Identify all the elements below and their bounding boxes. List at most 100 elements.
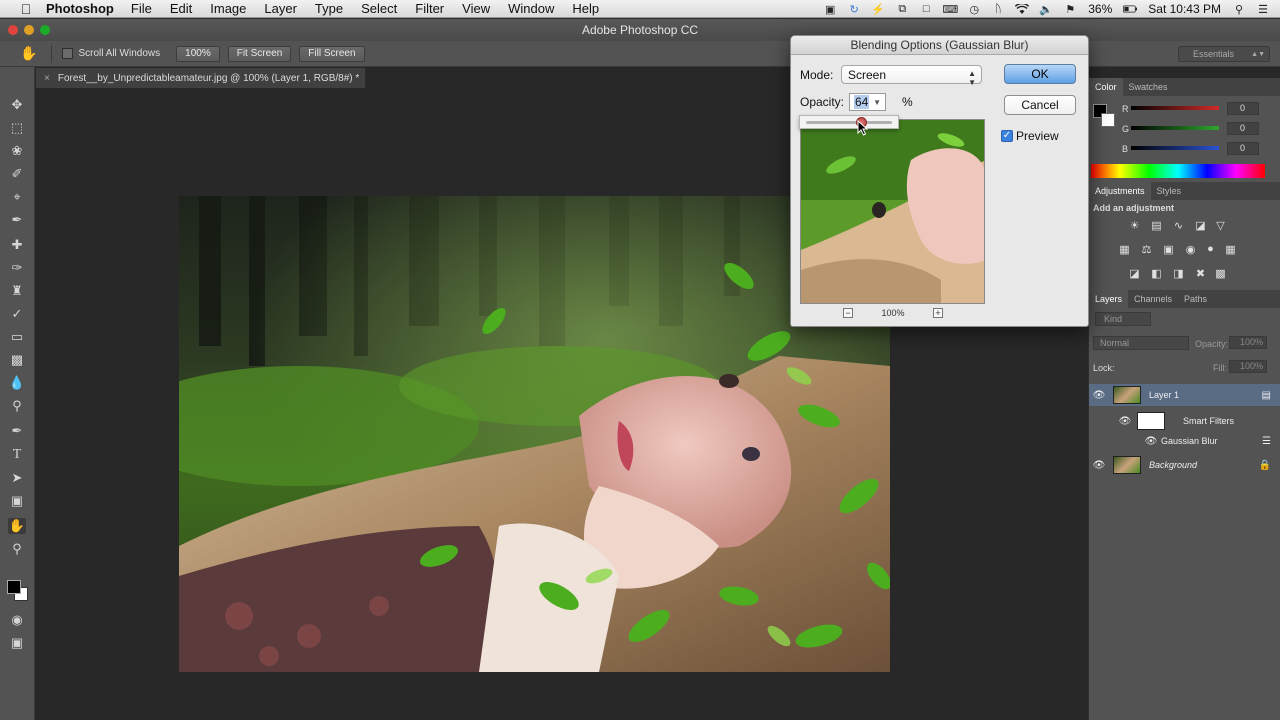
scroll-all-windows-checkbox[interactable] <box>62 48 74 59</box>
quick-mask-icon[interactable]: ◉ <box>8 612 26 628</box>
opacity-dropdown-arrow-icon[interactable]: ▼ <box>873 98 881 107</box>
levels-adjustment-icon[interactable]: ▤ <box>1149 218 1164 232</box>
move-tool-icon[interactable]: ✥ <box>8 97 26 113</box>
channel-g-value[interactable]: 0 <box>1227 122 1259 135</box>
clone-stamp-tool-icon[interactable]: ♜ <box>8 283 26 299</box>
layer-visibility-eye-icon[interactable]: 👁 <box>1089 390 1109 401</box>
healing-brush-tool-icon[interactable]: ✚ <box>8 237 26 253</box>
invert-adjustment-icon[interactable]: ◪ <box>1127 266 1142 280</box>
close-window-button[interactable] <box>8 25 18 35</box>
opacity-slider-track[interactable] <box>806 121 892 124</box>
preview-checkbox[interactable]: ✓ <box>1001 130 1013 142</box>
zoom-window-button[interactable] <box>40 25 50 35</box>
eyedropper-tool-icon[interactable]: ✒ <box>8 212 26 228</box>
channel-b-slider[interactable] <box>1131 146 1219 150</box>
marquee-tool-icon[interactable]: ⬚ <box>8 120 26 136</box>
brightness-adjustment-icon[interactable]: ☀ <box>1127 218 1142 232</box>
shape-tool-icon[interactable]: ▣ <box>8 493 26 509</box>
dialog-preview-image[interactable] <box>800 119 985 304</box>
exposure-adjustment-icon[interactable]: ◪ <box>1193 218 1208 232</box>
square-icon[interactable]: □ <box>919 3 933 15</box>
sync-icon[interactable]: ↻ <box>847 4 861 16</box>
hand-tool-active-icon[interactable]: ✋ <box>8 518 26 534</box>
layer-row-background[interactable]: 👁 Background 🔒 <box>1089 454 1280 476</box>
clock[interactable]: Sat 10:43 PM <box>1148 2 1221 16</box>
foreground-color-swatch[interactable] <box>7 580 21 594</box>
document-tab[interactable]: × Forest__by_Unpredictableamateur.jpg @ … <box>36 68 366 88</box>
zoom-tool-icon[interactable]: ⚲ <box>8 541 26 557</box>
menu-view[interactable]: View <box>462 1 490 16</box>
crop-tool-icon[interactable]: ⌖ <box>8 189 26 205</box>
layer-name-background[interactable]: Background <box>1149 460 1197 470</box>
time-machine-icon[interactable]: ◷ <box>967 4 981 16</box>
notification-center-icon[interactable]: ☰ <box>1256 4 1270 16</box>
selective-color-adjustment-icon[interactable]: ✖ <box>1193 266 1208 280</box>
tab-channels[interactable]: Channels <box>1128 290 1178 308</box>
minimize-window-button[interactable] <box>24 25 34 35</box>
opacity-input[interactable]: 64 ▼ <box>849 93 886 111</box>
document-image[interactable] <box>179 196 890 672</box>
fill-value[interactable]: 100% <box>1229 360 1267 373</box>
foreground-background-colors[interactable] <box>6 579 30 603</box>
zoom-out-button[interactable]: − <box>843 308 853 318</box>
color-bg-swatch[interactable] <box>1101 113 1115 127</box>
brush-tool-icon[interactable]: ✑ <box>8 260 26 276</box>
layer-row-layer1[interactable]: 👁 Layer 1 ▤ <box>1089 384 1280 406</box>
tab-layers[interactable]: Layers <box>1089 290 1129 308</box>
threshold-adjustment-icon[interactable]: ◨ <box>1171 266 1186 280</box>
blend-mode-select[interactable]: Normal <box>1093 336 1189 350</box>
tab-color[interactable]: Color <box>1089 78 1123 96</box>
eraser-tool-icon[interactable]: ▭ <box>8 329 26 345</box>
fill-screen-button[interactable]: Fill Screen <box>299 45 365 62</box>
color-balance-adjustment-icon[interactable]: ⚖ <box>1139 242 1154 256</box>
tab-paths[interactable]: Paths <box>1178 290 1213 308</box>
quick-select-tool-icon[interactable]: ✐ <box>8 166 26 182</box>
hand-tool-icon[interactable]: ✋ <box>20 45 37 62</box>
layer-name-layer1[interactable]: Layer 1 <box>1149 390 1179 400</box>
blur-tool-icon[interactable]: 💧 <box>8 375 26 391</box>
channel-g-slider[interactable] <box>1131 126 1219 130</box>
gradient-map-adjustment-icon[interactable]: ▩ <box>1213 266 1228 280</box>
curves-adjustment-icon[interactable]: ∿ <box>1171 218 1186 232</box>
mode-select[interactable]: Screen ▲ ▼ <box>841 65 982 87</box>
wifi-icon[interactable] <box>1015 3 1030 15</box>
menu-filter[interactable]: Filter <box>415 1 444 16</box>
bluetooth-icon[interactable]: ᚢ <box>991 3 1005 15</box>
menu-image[interactable]: Image <box>210 1 246 16</box>
black-white-adjustment-icon[interactable]: ▣ <box>1161 242 1176 256</box>
tab-styles[interactable]: Styles <box>1151 182 1188 200</box>
layer-row-smart-filters[interactable]: 👁 Smart Filters <box>1089 410 1280 432</box>
layer-opacity-value[interactable]: 100% <box>1229 336 1267 349</box>
menu-file[interactable]: File <box>131 1 152 16</box>
background-eye-icon[interactable]: 👁 <box>1089 460 1109 471</box>
layer-kind-filter[interactable]: Kind <box>1095 312 1151 326</box>
tab-swatches[interactable]: Swatches <box>1123 78 1174 96</box>
path-selection-tool-icon[interactable]: ➤ <box>8 470 26 486</box>
blending-options-icon[interactable]: ☰ <box>1262 436 1271 447</box>
channel-b-value[interactable]: 0 <box>1227 142 1259 155</box>
zoom-100-button[interactable]: 100% <box>176 45 220 62</box>
channel-r-value[interactable]: 0 <box>1227 102 1259 115</box>
channel-r-slider[interactable] <box>1131 106 1219 110</box>
menu-type[interactable]: Type <box>315 1 343 16</box>
menu-select[interactable]: Select <box>361 1 397 16</box>
screen-mode-icon[interactable]: ▣ <box>8 635 26 651</box>
hue-saturation-adjustment-icon[interactable]: ▦ <box>1117 242 1132 256</box>
photo-filter-adjustment-icon[interactable]: ◉ <box>1183 242 1198 256</box>
history-brush-tool-icon[interactable]: ✓ <box>8 306 26 322</box>
smart-filters-eye-icon[interactable]: 👁 <box>1115 416 1135 427</box>
gradient-tool-icon[interactable]: ▩ <box>8 352 26 368</box>
vibrance-adjustment-icon[interactable]: ▽ <box>1213 218 1228 232</box>
lightning-icon[interactable]: ⚡ <box>871 4 885 16</box>
lasso-tool-icon[interactable]: ❀ <box>8 143 26 159</box>
layer-row-gaussian-blur[interactable]: 👁 Gaussian Blur ☰ <box>1089 432 1280 450</box>
pen-tool-icon[interactable]: ✒ <box>8 423 26 439</box>
cancel-button[interactable]: Cancel <box>1004 95 1076 115</box>
volume-icon[interactable]: 🔈 <box>1039 4 1053 16</box>
spotlight-search-icon[interactable]: ⚲ <box>1232 4 1246 16</box>
type-tool-icon[interactable]: T <box>8 447 26 463</box>
tab-adjustments[interactable]: Adjustments <box>1089 182 1151 200</box>
windows-icon[interactable]: ⧉ <box>895 3 909 15</box>
menu-help[interactable]: Help <box>572 1 599 16</box>
flag-icon[interactable]: ⚑ <box>1063 4 1077 16</box>
